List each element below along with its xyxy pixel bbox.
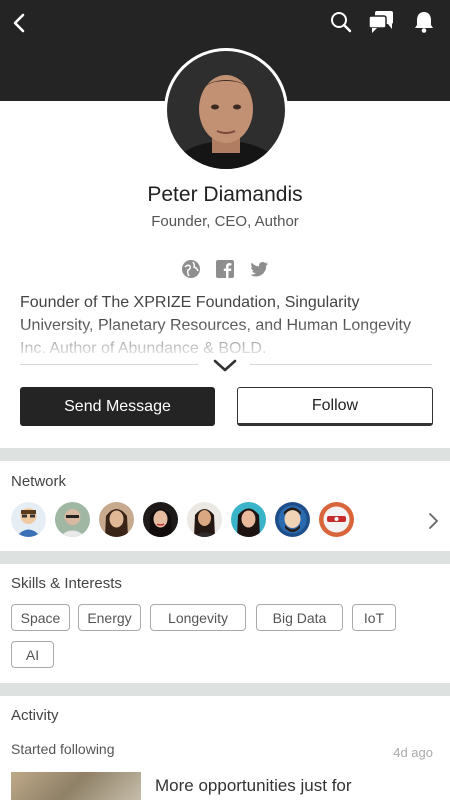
profile-avatar [164, 48, 288, 172]
profile-name: Peter Diamandis [147, 183, 303, 206]
activity-item-text[interactable]: More opportunities just for [155, 776, 352, 796]
section-separator [0, 448, 450, 461]
activity-timestamp: 4d ago [393, 745, 433, 760]
twitter-icon[interactable] [249, 259, 269, 279]
network-avatar[interactable] [11, 502, 46, 537]
network-avatar[interactable] [319, 502, 354, 537]
search-icon[interactable] [328, 8, 356, 36]
skill-tag[interactable]: IoT [352, 604, 396, 631]
divider [250, 364, 432, 365]
bio-fade-overlay [0, 320, 450, 360]
network-section-title: Network [11, 473, 67, 490]
skill-tag[interactable]: AI [11, 641, 54, 668]
back-icon[interactable] [8, 8, 32, 38]
chat-bubbles-icon[interactable] [366, 8, 396, 36]
divider [20, 364, 198, 365]
section-separator [0, 551, 450, 564]
skill-tag[interactable]: Space [11, 604, 70, 631]
facebook-icon[interactable] [215, 259, 235, 279]
network-avatar[interactable] [231, 502, 266, 537]
activity-thumbnail[interactable] [11, 772, 141, 800]
skill-tag[interactable]: Energy [78, 604, 141, 631]
follow-button[interactable]: Follow [237, 387, 433, 426]
chevron-right-icon[interactable] [426, 512, 440, 530]
chevron-down-icon[interactable] [212, 357, 238, 375]
network-avatar[interactable] [55, 502, 90, 537]
network-avatar[interactable] [187, 502, 222, 537]
profile-title: Founder, CEO, Author [151, 213, 299, 230]
skill-tag[interactable]: Longevity [150, 604, 246, 631]
send-message-button[interactable]: Send Message [20, 387, 215, 426]
globe-icon[interactable] [181, 259, 201, 279]
bell-icon[interactable] [410, 8, 438, 36]
network-avatar[interactable] [99, 502, 134, 537]
section-separator [0, 683, 450, 696]
avatar-photo [167, 51, 285, 169]
activity-section-title: Activity [11, 707, 59, 724]
network-avatar-list [11, 502, 354, 537]
skill-tag[interactable]: Big Data [256, 604, 343, 631]
social-links [0, 259, 450, 279]
activity-item-label: Started following [11, 741, 115, 757]
skills-section-title: Skills & Interests [11, 575, 122, 592]
network-avatar[interactable] [143, 502, 178, 537]
network-avatar[interactable] [275, 502, 310, 537]
